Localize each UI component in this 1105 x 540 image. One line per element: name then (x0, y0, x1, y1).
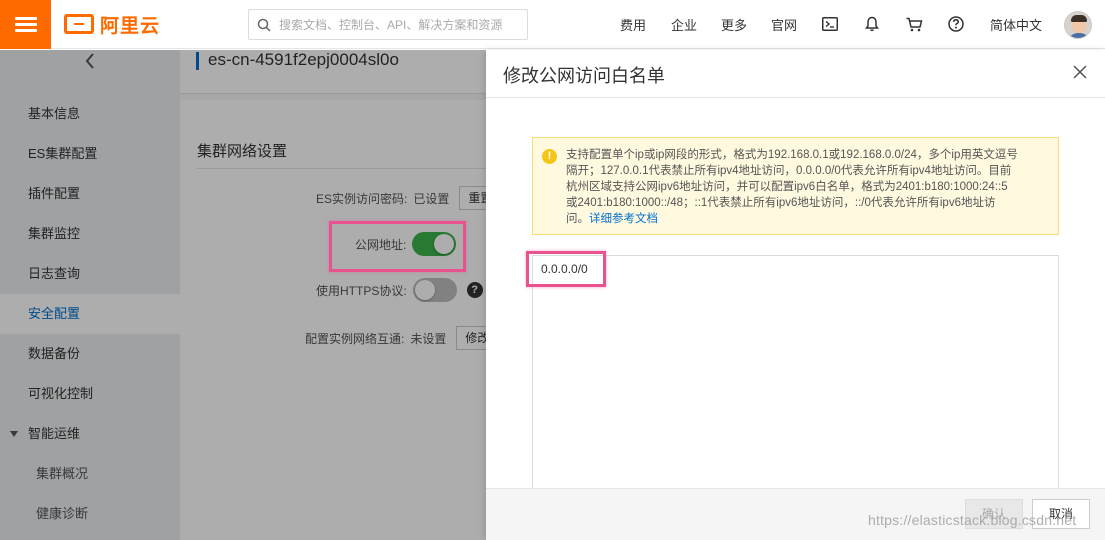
terminal-icon[interactable] (820, 14, 840, 34)
notice-line: 杭州区域支持公网ipv6地址访问，并可以配置ipv6白名单，格式为2401:b1… (566, 181, 1008, 193)
bell-icon[interactable] (862, 14, 882, 34)
whitelist-notice: ! 支持配置单个ip或ip网段的形式，格式为192.168.0.1或192.16… (532, 137, 1059, 235)
notice-line: 支持配置单个ip或ip网段的形式，格式为192.168.0.1或192.168.… (566, 149, 1018, 161)
nav-link-more[interactable]: 更多 (721, 15, 747, 34)
nav-link-official-site[interactable]: 官网 (771, 15, 797, 34)
detail-doc-link[interactable]: 详细参考文档 (589, 213, 658, 225)
aliyun-logo-icon (64, 14, 94, 34)
logo[interactable]: 阿里云 (64, 12, 161, 37)
nav-link-enterprise[interactable]: 企业 (671, 15, 697, 34)
logo-text: 阿里云 (100, 15, 161, 37)
help-icon[interactable] (946, 14, 966, 34)
watermark: https://elasticstack.blog.csdn.net (868, 512, 1077, 528)
warning-icon: ! (542, 149, 557, 164)
language-switch[interactable]: 简体中文 (990, 15, 1042, 34)
search-box[interactable] (248, 9, 528, 40)
nav-link-billing[interactable]: 费用 (620, 15, 646, 34)
notice-line: 问。 (566, 213, 589, 225)
hamburger-menu-button[interactable] (0, 0, 51, 49)
search-icon (257, 18, 271, 32)
notice-line: 隔开；127.0.0.1代表禁止所有ipv4地址访问，0.0.0.0/0代表允许… (566, 165, 1012, 177)
highlight-public-address (329, 221, 466, 272)
menu-icon (14, 16, 37, 33)
avatar[interactable] (1064, 11, 1092, 39)
search-input[interactable] (279, 17, 519, 32)
top-bar: 阿里云 费用 企业 更多 官网 简体中文 (0, 0, 1105, 49)
modal-backdrop[interactable] (0, 50, 486, 540)
highlight-whitelist-value (526, 251, 606, 287)
cart-icon[interactable] (904, 14, 924, 34)
notice-line: 或2401:b180:1000::/48；::1代表禁止所有ipv6地址访问，:… (566, 197, 996, 209)
close-icon[interactable] (1072, 64, 1090, 82)
drawer-title: 修改公网访问白名单 (503, 66, 665, 86)
whitelist-drawer: 修改公网访问白名单 ! 支持配置单个ip或ip网段的形式，格式为192.168.… (486, 50, 1105, 540)
